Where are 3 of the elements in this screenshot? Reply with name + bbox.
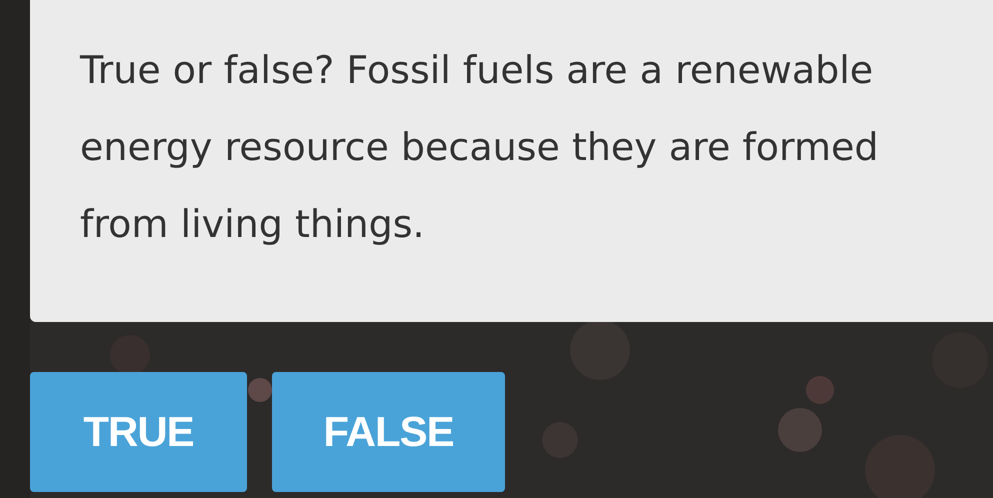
question-text: True or false? Fossil fuels are a renewable energy resource because they are formed from living things.	[80, 47, 880, 248]
answer-button[interactable]: TRUE	[30, 372, 247, 492]
answer-button[interactable]: FALSE	[272, 372, 505, 492]
